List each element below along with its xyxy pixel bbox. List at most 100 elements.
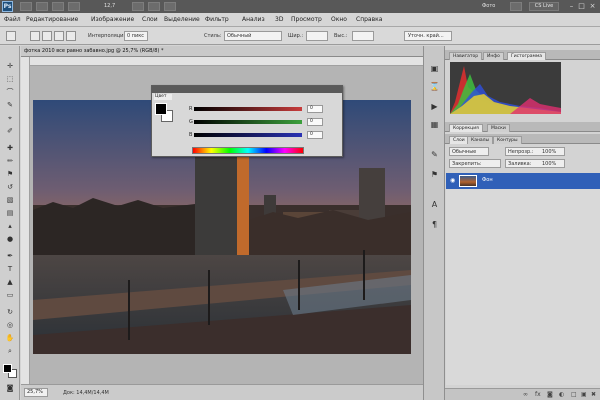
history-brush-tool-icon[interactable]: ↺ bbox=[5, 183, 15, 192]
green-value-input[interactable]: 0 bbox=[307, 118, 323, 126]
path-select-tool-icon[interactable]: ▲ bbox=[5, 278, 15, 287]
blend-mode-select[interactable]: Обычные bbox=[449, 147, 489, 156]
color-spectrum-ramp[interactable] bbox=[192, 147, 304, 154]
workspace-button[interactable] bbox=[510, 2, 522, 11]
hand-tool-icon[interactable]: ✋ bbox=[5, 334, 15, 343]
height-input[interactable] bbox=[352, 31, 374, 41]
marquee-tool-icon[interactable]: ⬚ bbox=[5, 75, 15, 84]
menu-image[interactable]: Изображение bbox=[91, 16, 134, 23]
lasso-tool-icon[interactable]: ⌒ bbox=[5, 88, 15, 97]
move-tool-icon[interactable]: ✛ bbox=[5, 62, 15, 71]
feather-input[interactable]: 0 пикс bbox=[124, 31, 148, 41]
red-value-input[interactable]: 0 bbox=[307, 105, 323, 113]
zoom-tool-icon[interactable]: ⌕ bbox=[5, 347, 15, 356]
add-selection-icon[interactable] bbox=[42, 31, 52, 41]
pen-tool-icon[interactable]: ✒ bbox=[5, 252, 15, 261]
blue-slider[interactable] bbox=[194, 133, 302, 137]
gradient-tool-icon[interactable]: ▤ bbox=[5, 209, 15, 218]
brushes-icon[interactable]: ✎ bbox=[429, 150, 440, 160]
restore-icon[interactable]: □ bbox=[578, 2, 585, 10]
opacity-input[interactable]: Непрозр.: 100% bbox=[505, 147, 565, 156]
paragraph-icon[interactable]: ¶ bbox=[429, 220, 440, 230]
menu-filter[interactable]: Фильтр bbox=[205, 16, 229, 23]
arrange-button[interactable] bbox=[68, 2, 80, 11]
screen-mode-button[interactable] bbox=[164, 2, 176, 11]
clone-stamp-tool-icon[interactable]: ⚑ bbox=[5, 170, 15, 179]
new-selection-icon[interactable] bbox=[30, 31, 40, 41]
width-input[interactable] bbox=[306, 31, 328, 41]
zoom-field[interactable]: 25,7% bbox=[24, 388, 48, 397]
intersect-selection-icon[interactable] bbox=[66, 31, 76, 41]
workspace-label[interactable]: Фото bbox=[482, 3, 495, 9]
quick-select-tool-icon[interactable]: ✎ bbox=[5, 101, 15, 110]
menu-file[interactable]: Файл bbox=[4, 16, 21, 23]
mini-bridge-button[interactable] bbox=[36, 2, 48, 11]
document-tab[interactable]: фотка 2010 все равно забавно.jpg @ 25,7%… bbox=[21, 46, 423, 57]
cs-live-button[interactable]: CS Live bbox=[529, 2, 559, 11]
quick-mask-icon[interactable]: ◙ bbox=[5, 384, 15, 393]
layer-style-icon[interactable]: fx bbox=[535, 391, 541, 398]
menu-edit[interactable]: Редактирование bbox=[26, 16, 78, 23]
hand-tool-button[interactable] bbox=[132, 2, 144, 11]
color-panel-header[interactable] bbox=[152, 86, 342, 93]
foreground-color-swatch[interactable] bbox=[3, 364, 12, 373]
color-panel-foreground-swatch[interactable] bbox=[155, 103, 167, 115]
close-icon[interactable]: × bbox=[589, 2, 596, 10]
tool-preset-picker[interactable] bbox=[6, 31, 16, 41]
menu-select[interactable]: Выделение bbox=[164, 16, 200, 23]
fill-input[interactable]: Заливка: 100% bbox=[505, 159, 565, 168]
tab-masks[interactable]: Маски bbox=[487, 124, 510, 132]
actions-icon[interactable]: ▶ bbox=[429, 102, 440, 112]
refine-edge-button[interactable]: Уточн. край... bbox=[404, 31, 452, 41]
blue-value-input[interactable]: 0 bbox=[307, 131, 323, 139]
tab-channels[interactable]: Каналы bbox=[467, 136, 494, 144]
minimize-icon[interactable]: – bbox=[568, 2, 575, 10]
type-tool-icon[interactable]: T bbox=[5, 265, 15, 274]
color-panel-tab[interactable]: Цвет bbox=[154, 94, 172, 100]
eraser-tool-icon[interactable]: ▧ bbox=[5, 196, 15, 205]
crop-tool-icon[interactable]: ⌖ bbox=[5, 114, 15, 123]
shape-tool-icon[interactable]: ▭ bbox=[5, 291, 15, 300]
brush-tool-icon[interactable]: ✏ bbox=[5, 157, 15, 166]
style-select[interactable]: Обычный bbox=[224, 31, 282, 41]
3d-rotate-tool-icon[interactable]: ↻ bbox=[5, 308, 15, 317]
eyedropper-tool-icon[interactable]: ✐ bbox=[5, 127, 15, 136]
new-group-icon[interactable]: □ bbox=[571, 391, 577, 398]
menu-view[interactable]: Просмотр bbox=[291, 16, 322, 23]
mini-bridge-icon[interactable]: ▣ bbox=[429, 64, 440, 74]
menu-analysis[interactable]: Анализ bbox=[242, 16, 265, 23]
history-icon[interactable]: ⌛ bbox=[429, 82, 440, 92]
tab-layers[interactable]: Слои bbox=[449, 136, 469, 144]
dodge-tool-icon[interactable]: ● bbox=[5, 235, 15, 244]
lock-controls[interactable]: Закрепить: bbox=[449, 159, 501, 168]
tab-info[interactable]: Инфо bbox=[483, 52, 504, 60]
tab-paths[interactable]: Контуры bbox=[493, 136, 522, 144]
green-slider[interactable] bbox=[194, 120, 302, 124]
link-layers-icon[interactable]: ∞ bbox=[523, 391, 528, 398]
healing-brush-tool-icon[interactable]: ✚ bbox=[5, 144, 15, 153]
tab-adjustments[interactable]: Коррекция bbox=[449, 124, 483, 132]
3d-orbit-tool-icon[interactable]: ◎ bbox=[5, 321, 15, 330]
swatches-icon[interactable]: ▦ bbox=[429, 120, 440, 130]
menu-help[interactable]: Справка bbox=[356, 16, 382, 23]
bridge-button[interactable] bbox=[20, 2, 32, 11]
vertical-ruler[interactable] bbox=[21, 57, 30, 384]
red-slider[interactable] bbox=[194, 107, 302, 111]
menu-layers[interactable]: Слои bbox=[142, 16, 158, 23]
new-layer-icon[interactable]: ▣ bbox=[581, 391, 587, 398]
add-mask-icon[interactable]: ◙ bbox=[547, 391, 553, 398]
menu-3d[interactable]: 3D bbox=[275, 16, 283, 23]
extras-button[interactable] bbox=[52, 2, 64, 11]
subtract-selection-icon[interactable] bbox=[54, 31, 64, 41]
delete-layer-icon[interactable]: ✖ bbox=[591, 391, 596, 398]
layer-row-background[interactable]: ◉ Фон bbox=[446, 173, 600, 189]
visibility-eye-icon[interactable]: ◉ bbox=[450, 177, 455, 184]
character-icon[interactable]: A bbox=[429, 200, 440, 210]
rotate-view-button[interactable] bbox=[148, 2, 160, 11]
adjustment-layer-icon[interactable]: ◐ bbox=[559, 391, 564, 398]
tab-navigator[interactable]: Навигатор bbox=[449, 52, 483, 60]
menu-window[interactable]: Окно bbox=[331, 16, 347, 23]
horizontal-ruler[interactable] bbox=[30, 57, 423, 66]
zoom-value[interactable]: 12,7 bbox=[104, 3, 115, 9]
blur-tool-icon[interactable]: ▴ bbox=[5, 222, 15, 231]
